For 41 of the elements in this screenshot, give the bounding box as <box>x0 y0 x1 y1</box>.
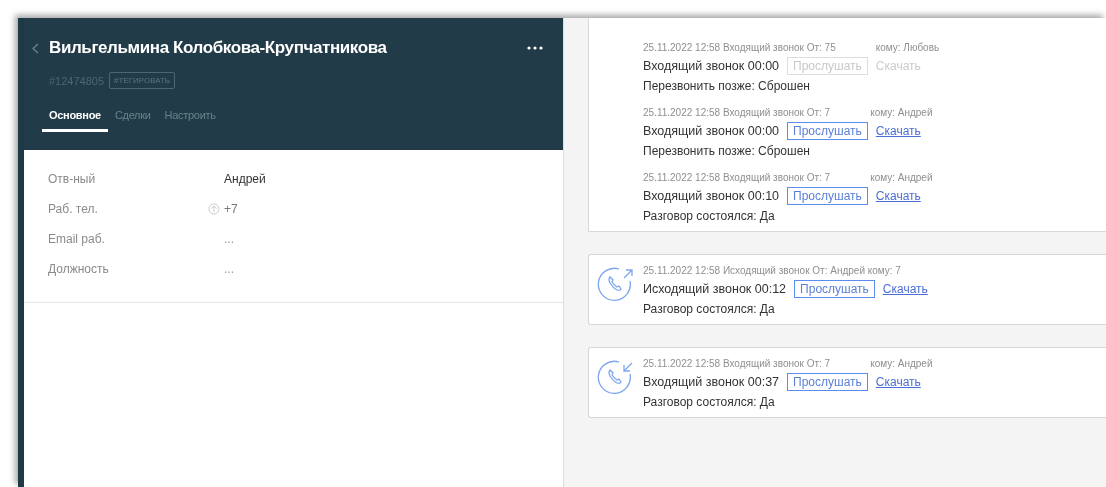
call-summary: Исходящий звонок 00:12 <box>643 282 787 296</box>
field-label: Должность <box>48 262 109 276</box>
tab[interactable]: Основное <box>42 109 108 132</box>
download-link[interactable]: Скачать <box>875 189 921 203</box>
field-value: ... <box>224 232 234 246</box>
call-result: Перезвонить позже: Сброшен <box>643 144 811 158</box>
call-result: Разговор состоялся: Да <box>643 302 776 316</box>
call-meta: 25.11.2022 12:58 Входящий звонок От: 7 <box>643 172 831 183</box>
field-value: +7 <box>224 202 238 216</box>
field-value: ... <box>224 262 234 276</box>
call-meta: 25.11.2022 12:58 Исходящий звонок От: Андрей кому: 7 <box>643 265 901 276</box>
more-icon[interactable] <box>527 46 543 50</box>
contact-name: Вильгельмина Колобкова-Крупчатникова <box>49 38 388 58</box>
listen-button[interactable]: Прослушать <box>787 373 868 391</box>
field-value: Андрей <box>224 172 266 186</box>
call-recipient: кому: Любовь <box>875 42 940 53</box>
call-summary: Входящий звонок 00:37 <box>643 375 780 389</box>
call-result: Разговор состоялся: Да <box>643 209 776 223</box>
call-summary: Входящий звонок 00:10 <box>643 189 780 203</box>
listen-button[interactable]: Прослушать <box>787 187 868 205</box>
tab[interactable]: Сделки <box>107 109 158 132</box>
field-label: Email раб. <box>48 232 105 246</box>
call-recipient: кому: Андрей <box>870 358 933 369</box>
download-link[interactable]: Скачать <box>875 375 921 389</box>
call-recipient: кому: Андрей <box>870 172 933 183</box>
download-link[interactable]: Скачать <box>875 124 921 138</box>
listen-button[interactable]: Прослушать <box>787 122 868 140</box>
field-label: Отв-ный <box>48 172 96 186</box>
call-meta: 25.11.2022 12:58 Входящий звонок От: 75 <box>643 42 836 53</box>
call-meta: 25.11.2022 12:58 Входящий звонок От: 7 <box>643 107 831 118</box>
call-result: Разговор состоялся: Да <box>643 395 776 409</box>
call-recipient: кому: Андрей <box>870 107 933 118</box>
call-meta: 25.11.2022 12:58 Входящий звонок От: 7 <box>643 358 831 369</box>
back-icon[interactable] <box>32 42 39 54</box>
tab[interactable]: Настроить <box>157 109 223 132</box>
call-summary: Входящий звонок 00:00 <box>643 59 780 73</box>
call-summary: Входящий звонок 00:00 <box>643 124 780 138</box>
field-label: Раб. тел. <box>48 202 98 216</box>
listen-button[interactable]: Прослушать <box>794 280 875 298</box>
call-result: Перезвонить позже: Сброшен <box>643 79 811 93</box>
download-link[interactable]: Скачать <box>882 282 928 296</box>
